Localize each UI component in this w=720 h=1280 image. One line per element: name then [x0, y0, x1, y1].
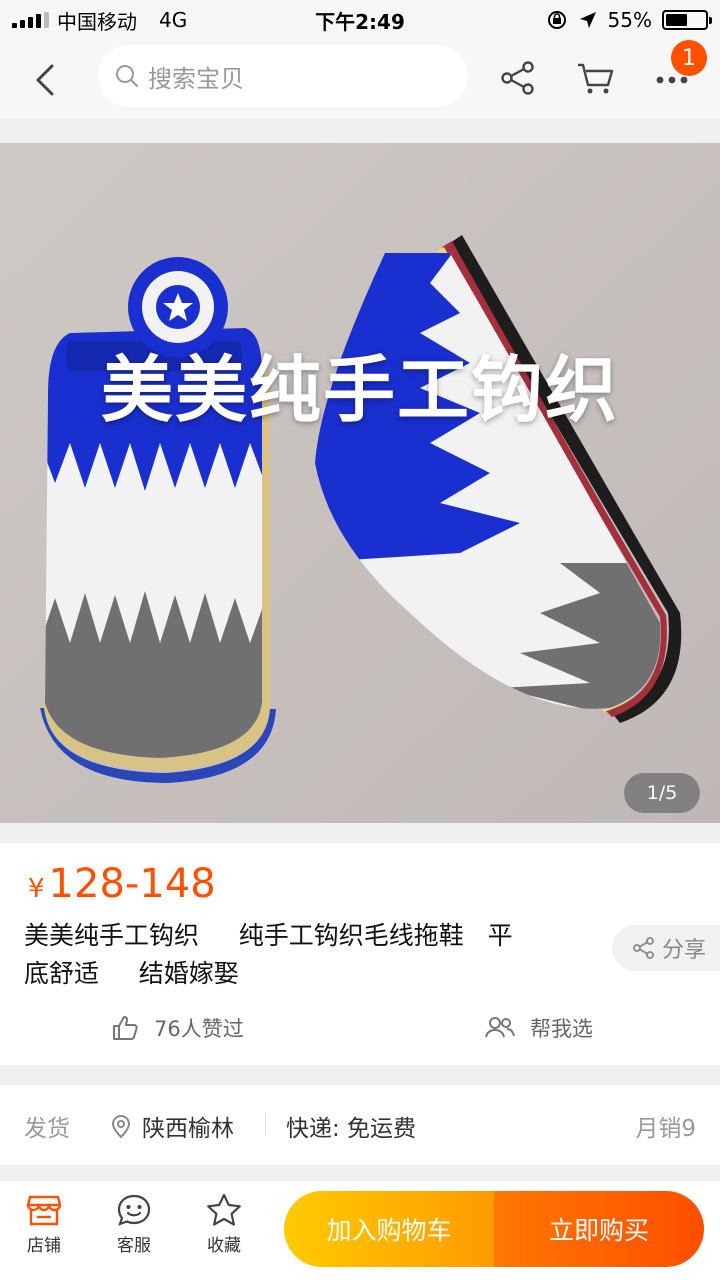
- divider: [265, 1113, 266, 1135]
- back-arrow-icon[interactable]: [28, 60, 64, 100]
- shipping-row[interactable]: 发货 陕西榆林 快递: 免运费 月销9: [0, 1085, 720, 1165]
- product-info: ¥ 128-148 美美纯手工钩织 纯手工钩织毛线拖鞋 平 底舒适 结婚嫁娶 分…: [0, 843, 720, 1065]
- orientation-lock-icon: [547, 11, 566, 29]
- battery-icon: [662, 10, 712, 30]
- product-title: 美美纯手工钩织 纯手工钩织毛线拖鞋 平 底舒适 结婚嫁娶: [24, 917, 599, 993]
- battery-fill: [666, 14, 687, 26]
- price-value: 128-148: [48, 861, 216, 907]
- location-pin-icon: [111, 1115, 131, 1139]
- ship-location: 陕西榆林: [110, 1109, 234, 1143]
- favorite-tab[interactable]: 收藏: [184, 1193, 264, 1256]
- cart-icon[interactable]: [575, 58, 615, 98]
- shipping-label: 发货: [24, 1116, 70, 1142]
- share-icon[interactable]: [498, 58, 538, 98]
- buy-now-button[interactable]: 立即购买: [494, 1191, 704, 1267]
- share-button[interactable]: 分享: [612, 925, 720, 971]
- search-input[interactable]: 搜索宝贝: [98, 45, 468, 107]
- add-to-cart-button[interactable]: 加入购物车: [284, 1191, 494, 1267]
- favorite-label: 收藏: [207, 1236, 241, 1256]
- notification-badge: 1: [671, 40, 707, 76]
- store-tab[interactable]: 店铺: [4, 1193, 84, 1256]
- store-label: 店铺: [27, 1236, 61, 1256]
- nav-bar: 搜索宝贝 1: [0, 40, 720, 120]
- thumbs-up-icon: [113, 1016, 138, 1040]
- customer-service-tab[interactable]: 客服: [94, 1193, 174, 1256]
- search-icon: [116, 65, 138, 87]
- bottom-action-bar: 店铺 客服 收藏 加入购物车 立即购买: [0, 1180, 720, 1280]
- slipper-illustration: [0, 143, 720, 823]
- share-icon: [633, 937, 654, 959]
- search-placeholder: 搜索宝贝: [148, 64, 244, 93]
- share-label: 分享: [662, 938, 707, 963]
- image-counter: 1/5: [624, 773, 700, 813]
- chat-face-icon: [117, 1194, 151, 1226]
- like-button[interactable]: 76人赞过: [110, 1013, 244, 1043]
- service-label: 客服: [117, 1236, 151, 1256]
- currency-symbol: ¥: [28, 874, 45, 904]
- help-label: 帮我选: [530, 1017, 593, 1041]
- star-icon: [207, 1193, 241, 1226]
- monthly-sales: 月销9: [635, 1116, 696, 1142]
- battery-percent: 55%: [607, 8, 652, 32]
- price: ¥ 128-148: [28, 861, 216, 907]
- likes-label: 76人赞过: [154, 1017, 244, 1041]
- express-info: 快递: 免运费: [286, 1116, 417, 1142]
- people-icon: [485, 1017, 515, 1038]
- image-overlay-text: 美美纯手工钩织: [100, 348, 619, 432]
- store-icon: [26, 1195, 62, 1226]
- product-image[interactable]: 美美纯手工钩织: [0, 143, 720, 823]
- help-me-choose-button[interactable]: 帮我选: [484, 1013, 593, 1043]
- product-title-line: 底舒适 结婚嫁娶: [24, 959, 239, 988]
- location-arrow-icon: [579, 12, 596, 28]
- product-title-line: 美美纯手工钩织 纯手工钩织毛线拖鞋 平: [24, 921, 513, 950]
- status-bar: 中国移动 4G 下午2:49 55%: [0, 0, 720, 40]
- ship-location-text: 陕西榆林: [142, 1116, 234, 1142]
